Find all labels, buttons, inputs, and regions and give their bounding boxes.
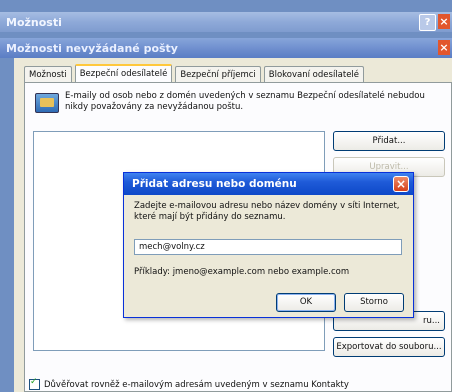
- inner-window-title: Možnosti nevyžádané pošty: [6, 41, 178, 55]
- help-button[interactable]: ?: [419, 14, 436, 31]
- inner-window-titlebar: Možnosti nevyžádané pošty ×: [0, 38, 452, 58]
- add-address-title: Přidat adresu nebo doménu: [132, 178, 297, 190]
- cancel-button[interactable]: Storno: [344, 293, 404, 312]
- tab-blocked-senders[interactable]: Blokovaní odesílatelé: [263, 66, 365, 82]
- add-button[interactable]: Přidat...: [333, 131, 445, 151]
- add-address-dialog: Přidat adresu nebo doménu × Zadejte e-ma…: [123, 172, 414, 318]
- add-address-titlebar: Přidat adresu nebo doménu ×: [124, 173, 413, 195]
- outer-close-button[interactable]: ×: [438, 14, 450, 29]
- ok-button[interactable]: OK: [276, 293, 336, 312]
- trust-contacts-row[interactable]: Důvěřovat rovněž e-mailovým adresám uved…: [29, 377, 349, 390]
- tab-safe-senders[interactable]: Bezpeční odesílatelé: [74, 64, 173, 82]
- tab-options[interactable]: Možnosti: [24, 66, 72, 82]
- outer-window-title: Možnosti: [6, 15, 62, 29]
- tab-strip: Možnosti Bezpeční odesílatelé Bezpeční p…: [24, 64, 367, 82]
- inner-close-button[interactable]: ×: [438, 40, 450, 55]
- trust-contacts-label: Důvěřovat rovněž e-mailovým adresám uved…: [44, 379, 349, 390]
- outer-window-titlebar: Možnosti ? ×: [0, 12, 452, 32]
- popup-close-button[interactable]: ×: [393, 176, 409, 192]
- tab-safe-recipients[interactable]: Bezpeční příjemci: [175, 66, 261, 82]
- export-button[interactable]: Exportovat do souboru...: [333, 337, 445, 357]
- safe-senders-icon: [35, 93, 59, 113]
- address-input[interactable]: mech@volny.cz: [134, 239, 402, 255]
- popup-example-text: Příklady: jmeno@example.com nebo example…: [134, 267, 350, 277]
- popup-instruction: Zadejte e-mailovou adresu nebo název dom…: [134, 201, 400, 222]
- trust-contacts-checkbox[interactable]: [29, 377, 40, 390]
- info-text: E-maily od osob nebo z domén uvedených v…: [65, 91, 425, 112]
- import-button-label: ru...: [423, 316, 440, 326]
